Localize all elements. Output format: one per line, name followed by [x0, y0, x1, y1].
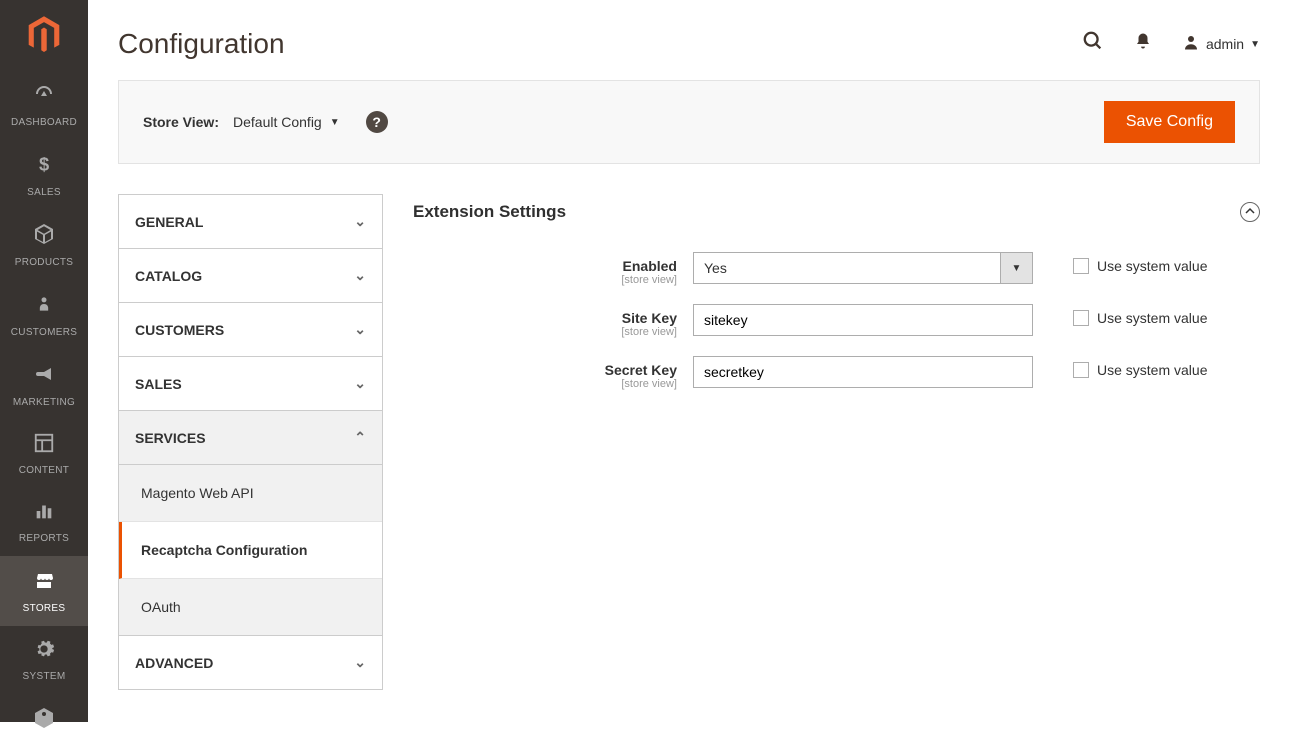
box-icon — [32, 222, 56, 253]
config-item-web-api[interactable]: Magento Web API — [119, 465, 382, 522]
search-icon[interactable] — [1082, 30, 1104, 58]
config-tab-catalog[interactable]: CATALOG ⌄ — [119, 249, 382, 303]
layout-icon — [33, 432, 55, 461]
chevron-up-icon: ⌃ — [354, 429, 366, 446]
nav-marketing[interactable]: MARKETING — [0, 350, 88, 420]
enabled-select[interactable]: Yes ▼ — [693, 252, 1033, 284]
store-view-label: Store View: — [143, 114, 219, 130]
field-row-site-key: Site Key [store view] Use system value — [413, 304, 1260, 338]
magento-logo[interactable] — [0, 0, 88, 70]
chevron-down-icon: ⌄ — [354, 267, 366, 284]
svg-text:$: $ — [39, 154, 49, 175]
secret-key-input[interactable] — [693, 356, 1033, 388]
site-key-input[interactable] — [693, 304, 1033, 336]
gauge-icon — [32, 82, 56, 113]
section-header-extension-settings[interactable]: Extension Settings — [413, 194, 1260, 252]
field-scope: [store view] — [413, 326, 677, 338]
nav-reports[interactable]: REPORTS — [0, 488, 88, 556]
help-icon[interactable]: ? — [366, 111, 388, 133]
chevron-down-icon: ⌄ — [354, 654, 366, 671]
nav-customers[interactable]: CUSTOMERS — [0, 280, 88, 350]
config-item-oauth[interactable]: OAuth — [119, 579, 382, 636]
field-label: Secret Key — [413, 362, 677, 378]
store-icon — [32, 568, 56, 599]
dollar-icon: $ — [34, 152, 54, 183]
chevron-down-icon: ▼ — [1250, 39, 1260, 50]
gear-icon — [33, 638, 55, 667]
nav-products[interactable]: PRODUCTS — [0, 210, 88, 280]
field-scope: [store view] — [413, 378, 677, 390]
config-tab-general[interactable]: GENERAL ⌄ — [119, 195, 382, 249]
config-tab-customers[interactable]: CUSTOMERS ⌄ — [119, 303, 382, 357]
field-label: Enabled — [413, 258, 677, 274]
person-icon — [34, 292, 54, 323]
nav-dashboard[interactable]: DASHBOARD — [0, 70, 88, 140]
field-label: Site Key — [413, 310, 677, 326]
admin-account-menu[interactable]: admin ▼ — [1182, 33, 1260, 56]
config-tab-services[interactable]: SERVICES ⌃ — [119, 411, 382, 465]
config-tab-advanced[interactable]: ADVANCED ⌄ — [119, 636, 382, 689]
field-row-secret-key: Secret Key [store view] Use system value — [413, 356, 1260, 390]
use-system-checkbox-secret-key[interactable] — [1073, 362, 1089, 378]
save-config-button[interactable]: Save Config — [1104, 101, 1235, 143]
chevron-down-icon: ▼ — [330, 117, 340, 128]
megaphone-icon — [32, 362, 56, 393]
use-system-checkbox-site-key[interactable] — [1073, 310, 1089, 326]
nav-system[interactable]: SYSTEM — [0, 626, 88, 694]
collapse-icon — [1240, 202, 1260, 222]
chevron-down-icon: ⌄ — [354, 321, 366, 338]
chevron-down-icon: ⌄ — [354, 213, 366, 230]
field-scope: [store view] — [413, 274, 677, 286]
admin-username: admin — [1206, 36, 1244, 52]
chart-icon — [33, 500, 55, 529]
page-title: Configuration — [118, 28, 285, 60]
nav-sales[interactable]: $ SALES — [0, 140, 88, 210]
notification-bell-icon[interactable] — [1134, 31, 1152, 57]
config-item-recaptcha[interactable]: Recaptcha Configuration — [119, 522, 382, 579]
use-system-label[interactable]: Use system value — [1097, 310, 1207, 326]
nav-content[interactable]: CONTENT — [0, 420, 88, 488]
chevron-down-icon: ▼ — [1001, 252, 1033, 284]
settings-panel: Extension Settings Enabled [store view] … — [413, 194, 1260, 408]
field-row-enabled: Enabled [store view] Yes ▼ Use system va… — [413, 252, 1260, 286]
store-view-selector[interactable]: Default Config ▼ — [233, 114, 340, 130]
use-system-label[interactable]: Use system value — [1097, 362, 1207, 378]
main-content: Configuration admin ▼ Store View: Defaul… — [88, 0, 1290, 730]
config-navigation: GENERAL ⌄ CATALOG ⌄ CUSTOMERS ⌄ SALES ⌄ … — [118, 194, 383, 690]
config-tab-sales[interactable]: SALES ⌄ — [119, 357, 382, 411]
user-icon — [1182, 33, 1200, 56]
use-system-label[interactable]: Use system value — [1097, 258, 1207, 274]
admin-sidebar: DASHBOARD $ SALES PRODUCTS CUSTOMERS MAR… — [0, 0, 88, 722]
chevron-down-icon: ⌄ — [354, 375, 366, 392]
page-toolbar: Store View: Default Config ▼ ? Save Conf… — [118, 80, 1260, 164]
use-system-checkbox-enabled[interactable] — [1073, 258, 1089, 274]
nav-stores[interactable]: STORES — [0, 556, 88, 626]
